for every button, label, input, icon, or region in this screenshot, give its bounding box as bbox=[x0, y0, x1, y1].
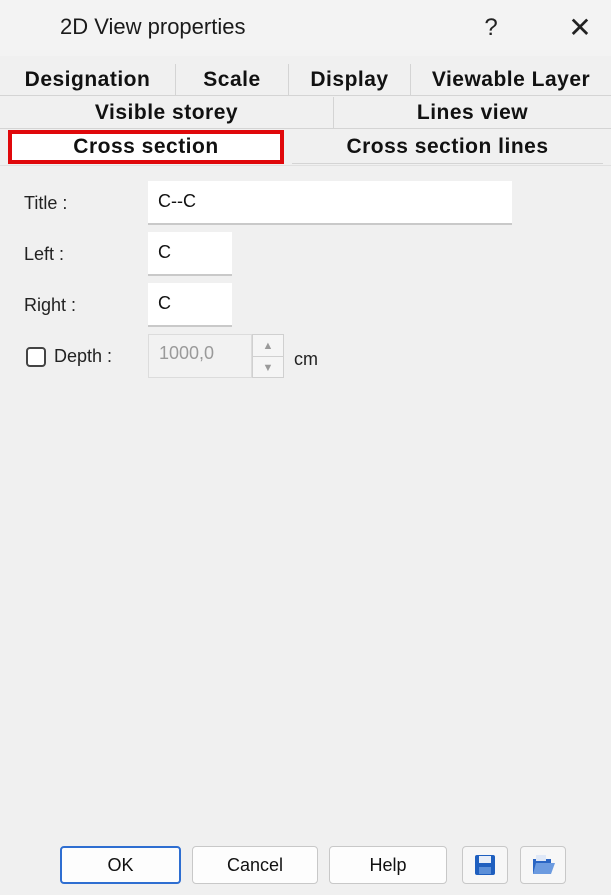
save-button[interactable] bbox=[462, 846, 508, 884]
close-icon[interactable]: ✕ bbox=[560, 8, 600, 48]
tab-cross-section-lines[interactable]: Cross section lines bbox=[292, 130, 603, 164]
save-icon bbox=[475, 855, 495, 875]
tab-cross-section[interactable]: Cross section bbox=[8, 130, 284, 164]
cancel-button[interactable]: Cancel bbox=[192, 846, 318, 884]
left-label: Left : bbox=[24, 244, 65, 264]
tab-designation[interactable]: Designation bbox=[0, 64, 176, 96]
tab-scale[interactable]: Scale bbox=[176, 64, 289, 96]
chevron-down-icon[interactable]: ▼ bbox=[253, 357, 283, 378]
title-label: Title : bbox=[24, 193, 68, 213]
load-button[interactable] bbox=[520, 846, 566, 884]
tab-display[interactable]: Display bbox=[289, 64, 411, 96]
open-icon bbox=[533, 855, 555, 874]
depth-label: Depth : bbox=[54, 346, 113, 366]
title-input[interactable]: C--C bbox=[148, 181, 512, 225]
window-title: 2D View properties bbox=[60, 14, 246, 39]
depth-unit: cm bbox=[294, 349, 318, 369]
help-button[interactable]: Help bbox=[329, 846, 447, 884]
right-label: Right : bbox=[24, 295, 77, 315]
chevron-up-icon[interactable]: ▲ bbox=[253, 335, 283, 357]
depth-stepper[interactable]: ▲ ▼ bbox=[252, 334, 284, 378]
tab-content-panel: Title : C--C Left : C Right : C Depth : … bbox=[0, 165, 611, 895]
tab-row-1: Designation Scale Display Viewable Layer bbox=[0, 64, 611, 96]
dialog-window: 2D View properties ? ✕ Designation Scale… bbox=[0, 0, 611, 895]
ok-button[interactable]: OK bbox=[60, 846, 181, 884]
depth-input[interactable]: 1000,0 bbox=[148, 334, 252, 378]
tab-lines-view[interactable]: Lines view bbox=[334, 97, 611, 129]
tab-visible-storey[interactable]: Visible storey bbox=[0, 97, 334, 129]
tab-viewable-layer[interactable]: Viewable Layer bbox=[411, 64, 611, 96]
tab-row-3: Cross section Cross section lines bbox=[0, 130, 611, 164]
help-icon[interactable]: ? bbox=[474, 8, 508, 48]
depth-checkbox[interactable] bbox=[26, 347, 46, 367]
tab-row-2: Visible storey Lines view bbox=[0, 97, 611, 129]
left-input[interactable]: C bbox=[148, 232, 232, 276]
right-input[interactable]: C bbox=[148, 283, 232, 327]
title-bar: 2D View properties ? ✕ bbox=[0, 0, 611, 56]
